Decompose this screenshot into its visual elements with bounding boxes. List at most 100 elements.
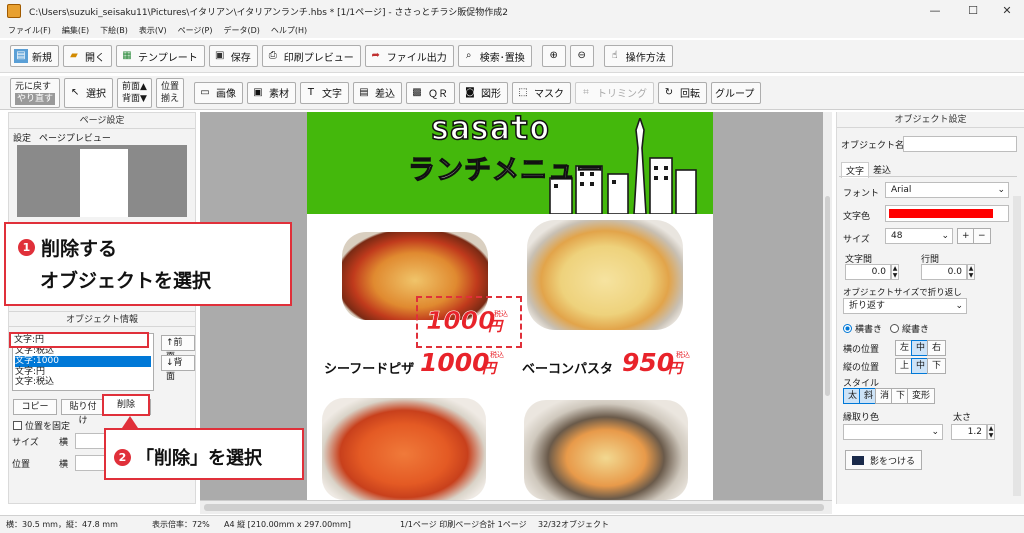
font-select[interactable]: Arial ⌄ (885, 182, 1009, 198)
search-replace-button[interactable]: ⌕ 検索･置換 (457, 45, 532, 67)
bring-front-button[interactable]: 前面▲ (122, 81, 147, 93)
export-icon: ➦ (371, 50, 380, 61)
bacon-pasta-photo[interactable] (527, 220, 683, 330)
paste-button[interactable]: 貼り付け (61, 399, 105, 426)
item1-price[interactable]: 1000 (420, 348, 490, 377)
close-button[interactable]: ✕ (990, 0, 1024, 22)
line-spacing-input[interactable]: 0.0 (921, 264, 967, 280)
item1-tax[interactable]: 税込 (490, 350, 504, 360)
size-decrease-button[interactable]: − (973, 228, 991, 244)
new-button[interactable]: ▤ 新規 (10, 45, 59, 67)
item1-name[interactable]: シーフードピザ (324, 358, 414, 377)
maximize-button[interactable]: ☐ (956, 0, 990, 22)
send-back-button[interactable]: 背面▼ (122, 93, 147, 105)
zoom-in-button[interactable]: ⊕ (541, 45, 566, 67)
size-width-input[interactable] (75, 433, 105, 449)
h-align-right-button[interactable]: 右 (927, 340, 947, 356)
size-increase-button[interactable]: + (957, 228, 975, 244)
tab-settings[interactable]: 設定 (13, 131, 31, 144)
select-button[interactable]: ↖ 選択 (64, 77, 114, 108)
item2-price[interactable]: 950 (622, 348, 674, 377)
move-back-button[interactable]: ↓背面 (161, 355, 195, 382)
selected-price-number[interactable]: 1000 (426, 306, 496, 336)
list-item[interactable]: 文字:円 (15, 367, 151, 378)
material-button[interactable]: ▣ 素材 (246, 81, 296, 104)
vertical-scrollbar[interactable] (823, 112, 832, 500)
object-name-input[interactable] (903, 136, 1017, 152)
size-select[interactable]: 48 ⌄ (885, 228, 953, 244)
delete-button-highlight[interactable]: 削除 (102, 394, 150, 416)
selected-list-highlight[interactable]: 文字:円 (9, 332, 149, 348)
item2-tax[interactable]: 税込 (676, 350, 690, 360)
item2-unit[interactable]: 円 (668, 358, 682, 378)
file-output-button[interactable]: ➦ ファイル出力 (364, 45, 454, 67)
undo-button[interactable]: 元に戻す (15, 81, 55, 93)
selected-price-tax[interactable]: 税込 (494, 309, 508, 319)
trimming-button[interactable]: ⌗ トリミング (574, 81, 654, 104)
menu-edit[interactable]: 編集(E) (62, 25, 89, 36)
help-button[interactable]: ☝ 操作方法 (603, 45, 673, 67)
seafood-pasta-photo[interactable] (524, 400, 688, 500)
vertical-radio[interactable] (890, 324, 900, 333)
group-button[interactable]: グループ (710, 81, 762, 104)
position-x-input[interactable] (75, 455, 105, 471)
v-scrollbar-thumb[interactable] (825, 196, 830, 396)
horizontal-radio[interactable] (843, 324, 852, 333)
item1-unit[interactable]: 円 (482, 358, 496, 378)
delete-highlight-label: 削除 (116, 400, 135, 410)
horizontal-scrollbar[interactable] (200, 500, 832, 514)
thickness-input[interactable]: 1.2 (951, 424, 987, 440)
qr-button[interactable]: ▩ ＱＲ (405, 81, 455, 104)
rotate-label: 回転 (679, 89, 700, 100)
transform-button[interactable]: 変形 (907, 388, 936, 404)
list-item[interactable]: 文字:税込 (15, 377, 151, 388)
move-front-button[interactable]: ↑前面 (161, 335, 195, 362)
zoom-out-button[interactable]: ⊖ (569, 45, 594, 67)
text-button[interactable]: T 文字 (299, 81, 349, 104)
item2-name[interactable]: ベーコンパスタ (522, 358, 613, 377)
tab-page-preview[interactable]: ページプレビュー (39, 131, 111, 144)
step2-text: 「削除」を選択 (136, 448, 262, 469)
menu-help[interactable]: ヘルプ(H) (271, 25, 307, 36)
v-align-bottom-button[interactable]: 下 (927, 358, 947, 374)
h-align-label: 横の位置 (843, 345, 880, 355)
flyer-brand[interactable]: sasato (429, 107, 550, 148)
char-spacing-input[interactable]: 0.0 (845, 264, 891, 280)
insert-button[interactable]: ▤ 差込 (352, 81, 402, 104)
fix-position-checkbox[interactable]: 位置を固定 (13, 419, 70, 432)
page-thumbnail[interactable] (80, 149, 128, 217)
template-button[interactable]: ▦ テンプレート (116, 45, 205, 67)
menu-page[interactable]: ページ(P) (178, 25, 213, 36)
object-settings-header: オブジェクト設定 (837, 112, 1024, 128)
print-preview-button[interactable]: ⎙ 印刷プレビュー (261, 45, 361, 67)
rotate-button[interactable]: ↻ 回転 (657, 81, 707, 104)
position-align-button[interactable]: 位置 揃え (155, 77, 184, 108)
flyer-headline[interactable]: ランチメニュー (407, 148, 604, 187)
shape-button[interactable]: ◙ 図形 (458, 81, 508, 104)
right-panel-scrollbar[interactable] (1013, 196, 1021, 496)
minimize-button[interactable]: — (918, 0, 952, 22)
list-item[interactable]: 文字:1000 (15, 356, 151, 367)
mask-button[interactable]: ⬚ マスク (511, 81, 571, 104)
copy-button[interactable]: コピー (13, 399, 57, 415)
tomato-pasta-photo[interactable] (322, 398, 486, 500)
redo-button[interactable]: やり直す (15, 92, 56, 105)
char-spacing-stepper[interactable]: ▲ ▼ (891, 264, 899, 280)
thickness-stepper[interactable]: ▲ ▼ (987, 424, 995, 440)
crop-icon: ⌗ (583, 86, 589, 98)
menu-file[interactable]: ファイル(F) (8, 25, 51, 36)
menu-view[interactable]: 表示(V) (139, 25, 167, 36)
save-button[interactable]: ▣ 保存 (208, 45, 258, 67)
wrap-select[interactable]: 折り返す ⌄ (843, 298, 967, 314)
menu-data[interactable]: データ(D) (224, 25, 260, 36)
shadow-button[interactable]: 影をつける (845, 450, 923, 470)
image-button[interactable]: ▭ 画像 (193, 81, 243, 104)
open-button[interactable]: ▰ 開く (63, 45, 112, 67)
menu-underlay[interactable]: 下絵(B) (100, 25, 128, 36)
outline-color-select[interactable]: ⌄ (843, 424, 943, 440)
text-color-picker[interactable] (885, 205, 1009, 222)
save-icon: ▣ (214, 50, 225, 61)
line-spacing-stepper[interactable]: ▲ ▼ (967, 264, 975, 280)
selected-price-unit[interactable]: 円 (488, 316, 502, 336)
scrollbar-thumb[interactable] (204, 504, 824, 511)
